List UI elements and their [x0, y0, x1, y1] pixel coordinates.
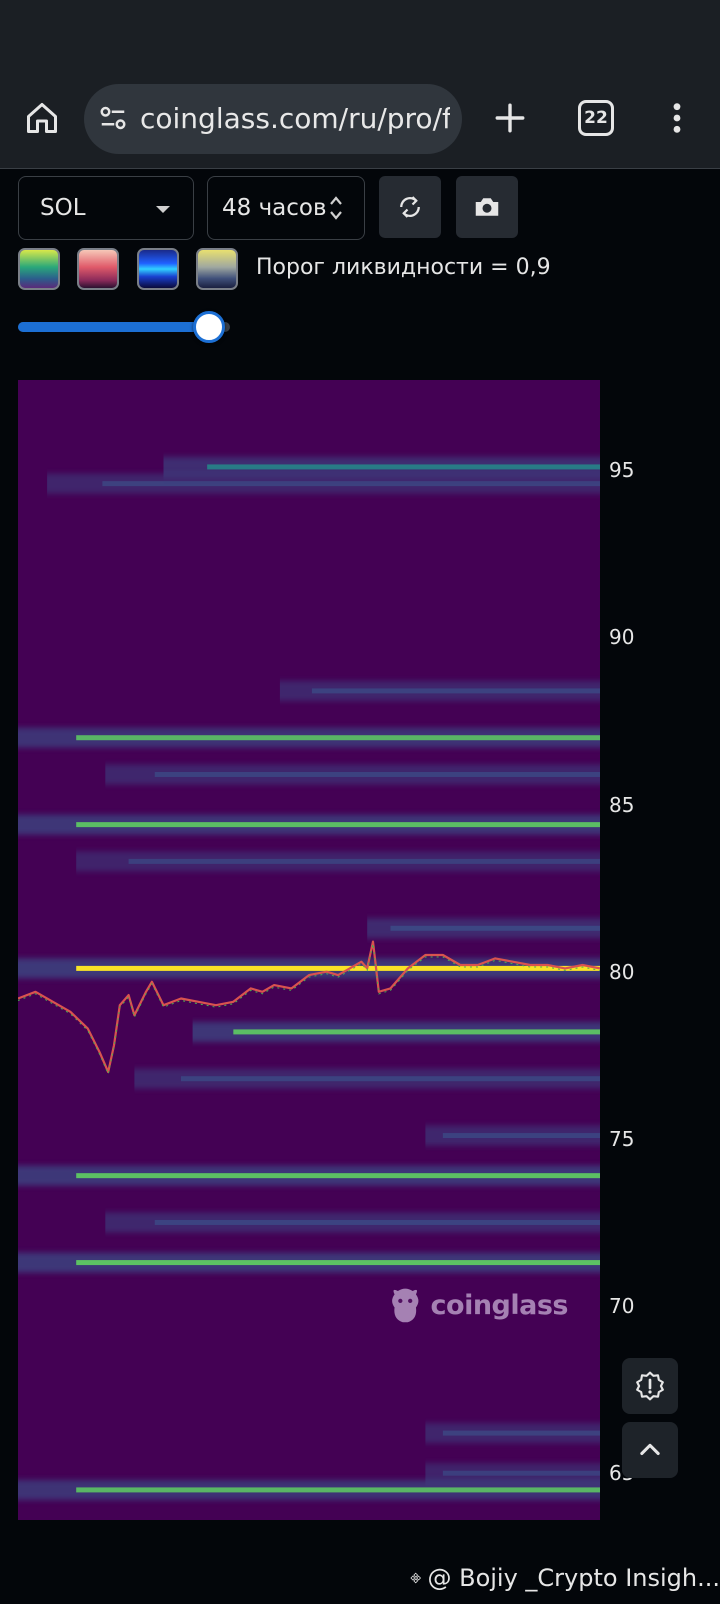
chevron-up-icon: [640, 1443, 660, 1456]
price-tick-label: 70: [609, 1294, 635, 1319]
liquidity-level: [76, 1487, 600, 1493]
liquidity-level: [207, 464, 600, 470]
home-icon[interactable]: [22, 98, 62, 138]
slider-fill: [18, 322, 209, 332]
refresh-button[interactable]: [379, 176, 441, 238]
footer-credit-text: @ Bojiy _Crypto Insigh...: [427, 1564, 720, 1592]
price-axis: 95908580757065: [600, 380, 720, 1520]
price-tick-label: 75: [609, 1126, 635, 1151]
up-down-chevron-icon: [328, 194, 344, 222]
color-scheme-swatch[interactable]: [137, 248, 179, 290]
period-value: 48 часов: [222, 195, 327, 221]
liquidity-level: [102, 481, 600, 487]
color-scheme-swatch[interactable]: [18, 248, 60, 290]
screenshot-button[interactable]: [456, 176, 518, 238]
liquidity-level: [442, 1470, 600, 1476]
scroll-to-top-button[interactable]: [622, 1422, 678, 1478]
price-tick-label: 80: [609, 959, 635, 984]
coinglass-logo-icon: [392, 1288, 419, 1323]
liquidity-level: [180, 1076, 600, 1082]
slider-thumb[interactable]: [192, 311, 225, 343]
refresh-icon: [400, 196, 420, 218]
liquidity-level: [76, 1260, 600, 1266]
new-tab-icon[interactable]: [490, 98, 530, 138]
price-tick-label: 90: [609, 625, 635, 650]
binance-logo-icon: [410, 1572, 422, 1584]
liquidity-level: [442, 1430, 600, 1436]
chevron-down-icon: [156, 206, 170, 213]
camera-icon: [475, 198, 499, 216]
liquidity-level: [390, 925, 600, 931]
liquidity-level: [76, 735, 600, 741]
url-text[interactable]: coinglass.com/ru/pro/fut: [140, 98, 450, 140]
more-menu-icon[interactable]: [662, 98, 692, 138]
price-tick-label: 95: [609, 458, 635, 483]
liquidity-threshold-label: Порог ликвидности = 0,9: [256, 255, 551, 280]
heatmap-canvas: [18, 456, 600, 1500]
watermark-text: coinglass: [430, 1289, 569, 1321]
coinglass-watermark: coinglass: [388, 1280, 569, 1330]
liquidity-heatmap[interactable]: [18, 380, 600, 1520]
liquidity-level: [128, 858, 600, 864]
feedback-button[interactable]: [622, 1358, 678, 1414]
price-tick-label: 85: [609, 792, 635, 817]
footer-credit: @ Bojiy _Crypto Insigh...: [410, 1560, 720, 1596]
liquidity-level: [442, 1133, 600, 1139]
liquidity-level: [233, 1029, 600, 1035]
liquidity-level: [154, 771, 600, 777]
site-info-icon[interactable]: [96, 100, 130, 136]
alert-badge-icon: [636, 1371, 664, 1401]
color-scheme-swatch[interactable]: [77, 248, 119, 290]
liquidity-level: [76, 965, 600, 971]
symbol-value: SOL: [40, 195, 86, 221]
liquidity-level: [76, 822, 600, 828]
liquidity-level: [311, 688, 600, 694]
liquidity-level: [76, 1173, 600, 1179]
liquidity-level: [154, 1219, 600, 1225]
tab-switcher-button[interactable]: 22: [578, 100, 614, 136]
color-scheme-swatch[interactable]: [196, 248, 238, 290]
